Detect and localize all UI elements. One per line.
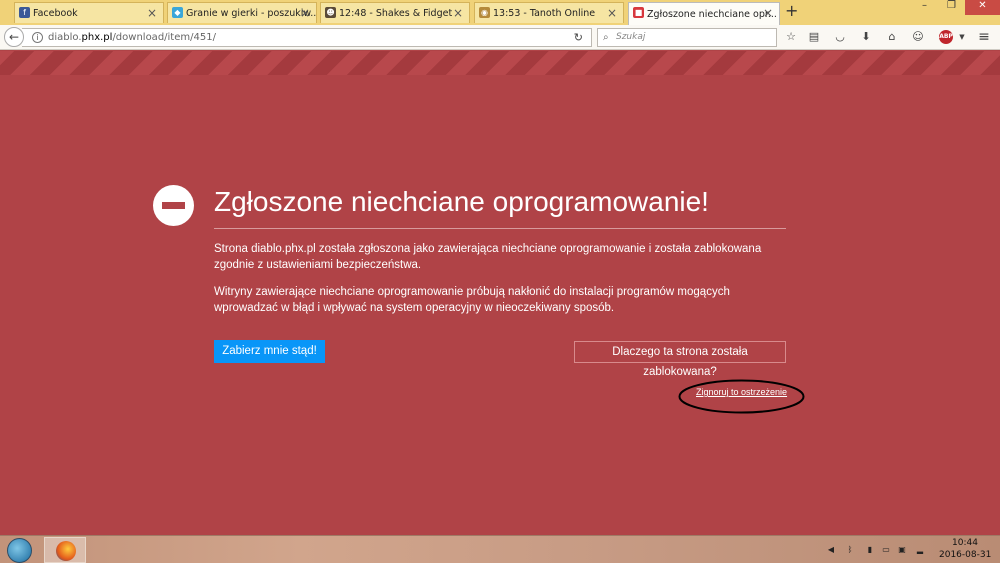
error-description: Strona diablo.phx.pl została zgłoszona j… — [214, 243, 762, 271]
bluetooth-icon[interactable]: ᛒ — [845, 545, 855, 555]
hello-icon[interactable]: ☺ — [910, 29, 926, 45]
new-tab-button[interactable]: + — [785, 1, 798, 20]
character-icon: ☻ — [325, 7, 336, 18]
reload-icon[interactable]: ↻ — [574, 29, 583, 46]
maximize-button[interactable]: ❐ — [947, 0, 956, 14]
close-icon[interactable]: × — [453, 6, 463, 20]
get-me-out-button[interactable]: Zabierz mnie stąd! — [214, 340, 325, 363]
back-button[interactable]: ← — [4, 27, 24, 47]
window-close-button[interactable]: ✕ — [965, 0, 1000, 15]
tab-granie[interactable]: ◆ Granie w gierki - poszukiw... × — [167, 2, 317, 23]
search-icon: ⌕ — [603, 32, 609, 43]
tab-label: Zgłoszone niechciane opr... — [647, 8, 777, 20]
home-icon[interactable]: ⌂ — [884, 29, 900, 45]
close-icon[interactable]: × — [763, 6, 773, 20]
volume-icon[interactable]: ◀ — [826, 545, 836, 555]
bookmark-star-icon[interactable]: ☆ — [783, 29, 799, 45]
tab-strip: f Facebook × ◆ Granie w gierki - poszuki… — [0, 0, 1000, 25]
annotation-ellipse — [678, 379, 805, 414]
tab-zgloszone[interactable]: ■ Zgłoszone niechciane opr... × — [628, 2, 780, 25]
tab-facebook[interactable]: f Facebook × — [14, 2, 164, 23]
tab-label: 12:48 - Shakes & Fidget — [339, 7, 453, 19]
network-icon[interactable]: ▣ — [897, 545, 907, 555]
stop-icon — [153, 185, 194, 226]
facebook-icon: f — [19, 7, 30, 18]
url-bar[interactable]: i diablo.phx.pl/download/item/451/ ↻ — [22, 28, 592, 47]
tab-label: Granie w gierki - poszukiw... — [186, 7, 317, 19]
pocket-icon[interactable]: ◡ — [832, 29, 848, 45]
tab-label: Facebook — [33, 7, 78, 19]
firefox-icon — [56, 541, 76, 561]
start-button[interactable] — [7, 538, 32, 563]
bird-icon: ◆ — [172, 7, 183, 18]
downloads-icon[interactable]: ⬇ — [858, 29, 874, 45]
display-icon[interactable]: ▭ — [881, 545, 891, 555]
url-domain: phx.pl — [81, 32, 113, 43]
url-path: /download/item/451/ — [112, 32, 216, 43]
close-icon[interactable]: × — [607, 6, 617, 20]
divider — [214, 228, 786, 229]
clock-time[interactable]: 10:44 — [952, 538, 978, 548]
error-title: Zgłoszone niechciane oprogramowanie! — [214, 186, 709, 217]
close-icon[interactable]: × — [300, 6, 310, 20]
battery-icon[interactable]: ▮ — [865, 545, 875, 555]
info-icon[interactable]: i — [32, 32, 43, 43]
taskbar-firefox[interactable] — [44, 537, 86, 563]
reading-list-icon[interactable]: ▤ — [806, 29, 822, 45]
chevron-down-icon[interactable]: ▼ — [954, 29, 970, 45]
minimize-button[interactable]: – — [922, 0, 927, 14]
menu-icon[interactable]: ≡ — [976, 29, 992, 45]
tab-label: 13:53 - Tanoth Online — [493, 7, 596, 19]
adblock-icon[interactable]: ABP — [939, 30, 953, 44]
navigation-bar: i diablo.phx.pl/download/item/451/ ↻ ← ⌕… — [0, 25, 1000, 50]
taskbar: ◀ ᛒ ▮ ▭ ▣ ▂ — [0, 535, 1000, 563]
warning-page-icon: ■ — [633, 7, 644, 18]
close-icon[interactable]: × — [147, 6, 157, 20]
clock-date[interactable]: 2016-08-31 — [939, 550, 991, 560]
annotation-stroke — [678, 379, 805, 414]
search-input[interactable]: ⌕ Szukaj — [597, 28, 777, 47]
url-prefix: diablo. — [48, 32, 82, 43]
error-explanation: Witryny zawierające niechciane oprogramo… — [214, 286, 730, 314]
signal-icon[interactable]: ▂ — [915, 545, 925, 555]
tab-shakes-fidget[interactable]: ☻ 12:48 - Shakes & Fidget × — [320, 2, 470, 23]
tanoth-icon: ◉ — [479, 7, 490, 18]
striped-banner — [0, 51, 1000, 75]
tab-tanoth[interactable]: ◉ 13:53 - Tanoth Online × — [474, 2, 624, 23]
why-blocked-button[interactable]: Dlaczego ta strona została zablokowana? — [574, 341, 786, 378]
search-placeholder: Szukaj — [616, 32, 646, 42]
